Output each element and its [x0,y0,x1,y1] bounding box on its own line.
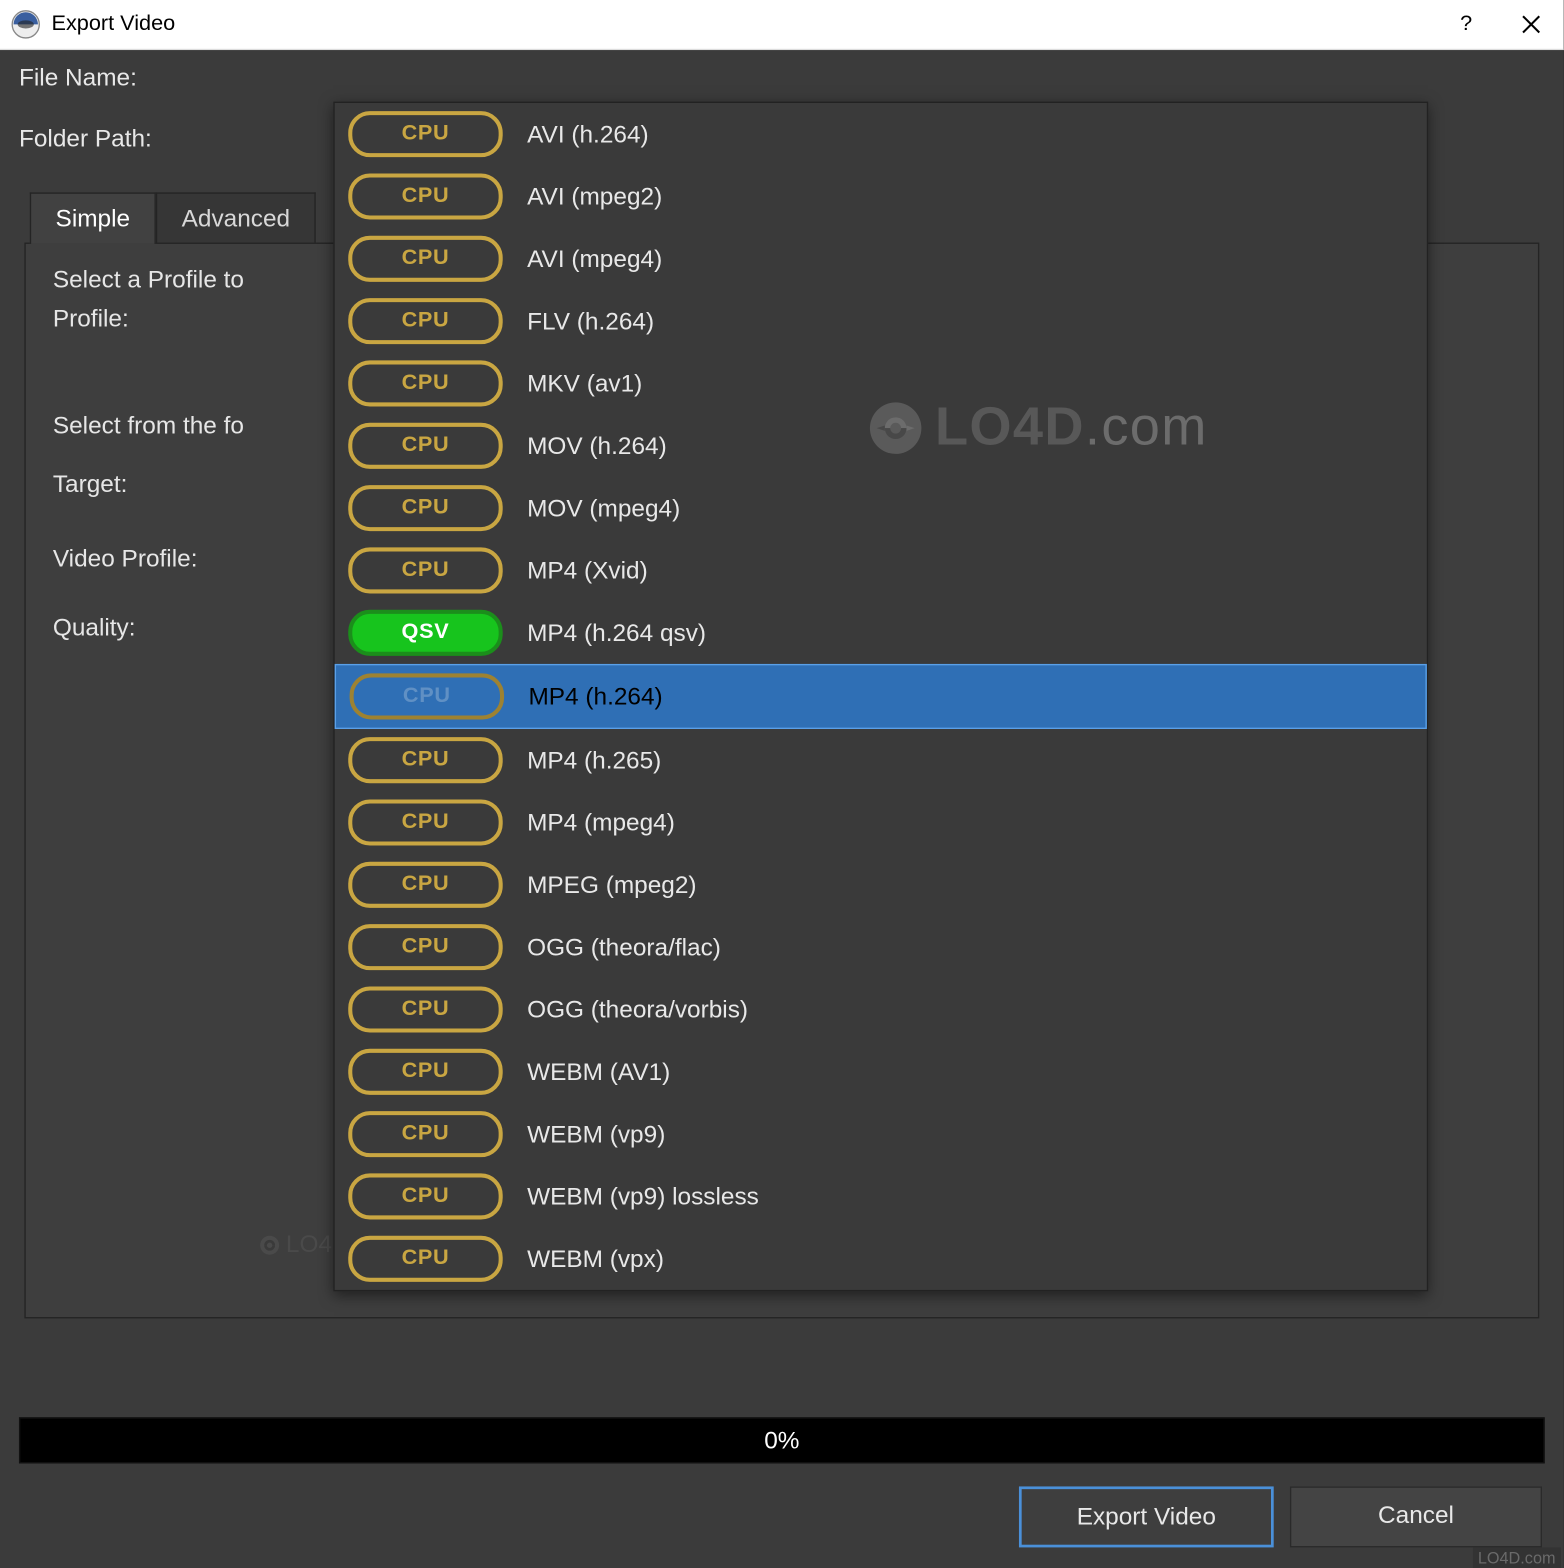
profile-option-label: WEBM (vp9) lossless [527,1182,759,1210]
title-bar: Export Video ? [0,0,1564,50]
profile-option-label: AVI (mpeg4) [527,245,662,273]
tab-advanced[interactable]: Advanced [156,192,316,243]
profile-option-label: MP4 (h.265) [527,746,661,774]
profile-option[interactable]: CPU WEBM (vp9) lossless [335,1165,1427,1227]
profile-option[interactable]: CPU MP4 (h.265) [335,729,1427,791]
profile-option-label: WEBM (AV1) [527,1058,670,1086]
profile-option-label: FLV (h.264) [527,307,654,335]
cpu-badge: CPU [348,986,502,1032]
profile-option-label: OGG (theora/vorbis) [527,995,748,1023]
profile-option[interactable]: CPU OGG (theora/vorbis) [335,978,1427,1040]
cpu-badge: CPU [348,862,502,908]
cpu-badge: CPU [348,111,502,157]
close-button[interactable] [1499,0,1564,49]
help-button[interactable]: ? [1434,0,1499,49]
cpu-badge: CPU [348,423,502,469]
cancel-button[interactable]: Cancel [1290,1486,1542,1547]
cpu-badge: CPU [348,360,502,406]
cpu-badge: CPU [348,547,502,593]
watermark-corner: LO4D.com [1472,1547,1561,1568]
cpu-badge: CPU [348,236,502,282]
export-video-button[interactable]: Export Video [1019,1486,1274,1547]
cpu-badge: CPU [348,737,502,783]
profile-option-label: WEBM (vpx) [527,1245,664,1273]
cpu-badge: CPU [348,1111,502,1157]
cpu-badge: CPU [348,1049,502,1095]
profile-option[interactable]: CPU WEBM (AV1) [335,1041,1427,1103]
file-name-label: File Name: [19,64,249,92]
progress-bar: 0% [19,1417,1545,1463]
profile-option-label: MP4 (Xvid) [527,556,648,584]
profile-option[interactable]: CPU AVI (h.264) [335,103,1427,165]
cpu-badge: CPU [348,799,502,845]
profile-option[interactable]: CPU MKV (av1) [335,352,1427,414]
profile-option[interactable]: CPU MP4 (mpeg4) [335,791,1427,853]
app-icon [11,9,41,39]
profile-option-label: WEBM (vp9) [527,1120,665,1148]
tab-simple[interactable]: Simple [30,192,156,243]
profile-option-label: MKV (av1) [527,369,642,397]
folder-path-label: Folder Path: [19,125,249,153]
profile-option-label: MP4 (mpeg4) [527,808,675,836]
profile-option-label: AVI (h.264) [527,120,649,148]
progress-text: 0% [764,1426,799,1454]
profile-option-label: MPEG (mpeg2) [527,871,696,899]
profile-option-label: MP4 (h.264 qsv) [527,619,706,647]
profile-option-label: AVI (mpeg2) [527,182,662,210]
cpu-badge: CPU [348,1173,502,1219]
profile-option[interactable]: CPU WEBM (vpx) [335,1228,1427,1290]
profile-option-label: MP4 (h.264) [528,682,662,710]
profile-dropdown-popup[interactable]: CPU AVI (h.264) CPU AVI (mpeg2) CPU AVI (mpeg… [333,102,1428,1292]
cpu-badge: CPU [348,298,502,344]
profile-option[interactable]: CPU OGG (theora/flac) [335,916,1427,978]
cpu-badge: CPU [350,673,504,719]
profile-option-label: OGG (theora/flac) [527,933,721,961]
profile-option[interactable]: CPU FLV (h.264) [335,290,1427,352]
profile-option[interactable]: CPU MP4 (h.264) [335,664,1427,729]
cpu-badge: CPU [348,485,502,531]
profile-option[interactable]: CPU MP4 (Xvid) [335,539,1427,601]
window-body: File Name: Folder Path: Simple Advanced … [0,50,1564,1568]
profile-option-label: MOV (mpeg4) [527,494,680,522]
cpu-badge: CPU [348,1236,502,1282]
window-title: Export Video [51,12,175,36]
cpu-badge: CPU [348,924,502,970]
profile-option-label: MOV (h.264) [527,432,667,460]
profile-option[interactable]: CPU MOV (mpeg4) [335,477,1427,539]
profile-option[interactable]: CPU MOV (h.264) [335,415,1427,477]
profile-option[interactable]: CPU AVI (mpeg4) [335,228,1427,290]
profile-option[interactable]: QSV MP4 (h.264 qsv) [335,602,1427,664]
profile-option[interactable]: CPU MPEG (mpeg2) [335,854,1427,916]
profile-option[interactable]: CPU WEBM (vp9) [335,1103,1427,1165]
profile-option[interactable]: CPU AVI (mpeg2) [335,165,1427,227]
cpu-badge: CPU [348,173,502,219]
qsv-badge: QSV [348,610,502,656]
